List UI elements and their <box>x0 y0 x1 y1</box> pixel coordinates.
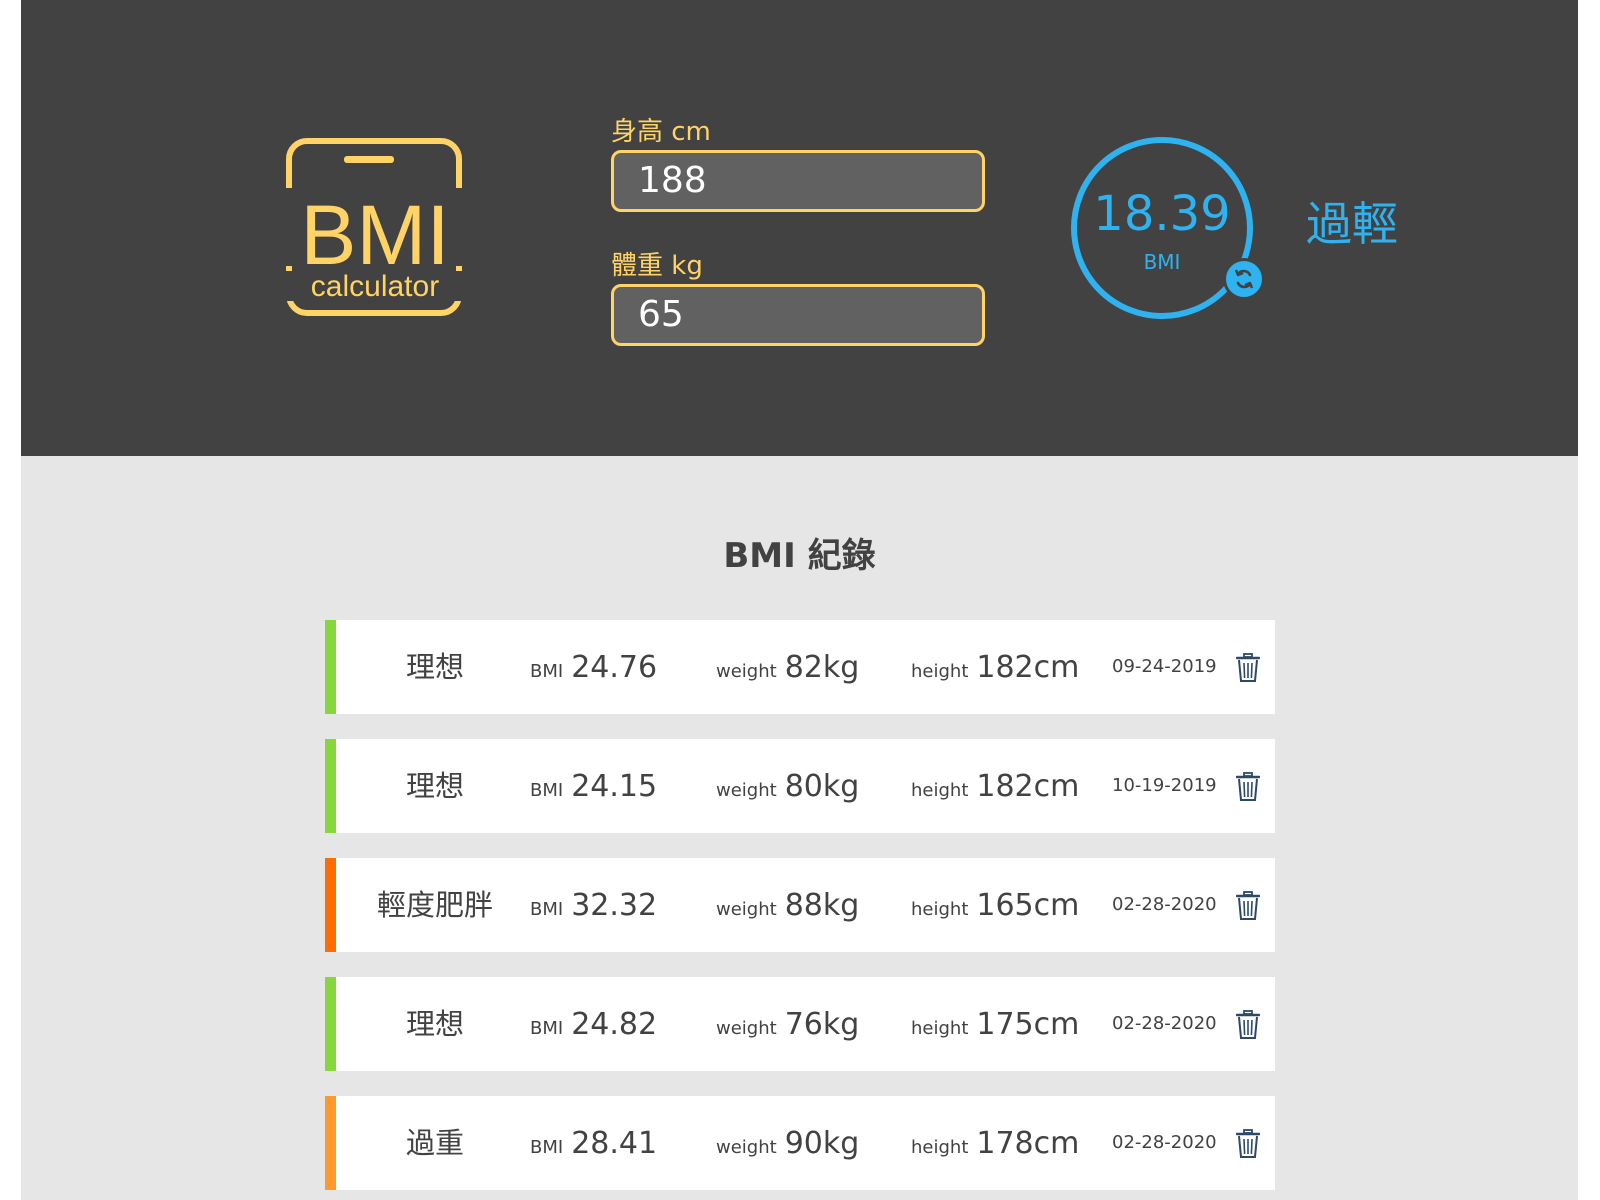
record-weight-key: weight <box>716 779 777 801</box>
record-height-value: 178cm <box>976 1125 1080 1161</box>
record-status: 過重 <box>405 1126 464 1160</box>
record-weight-value: 82kg <box>784 649 860 685</box>
record-bmi-value: 32.32 <box>571 887 658 923</box>
trash-icon <box>1235 772 1261 801</box>
record-height-key: height <box>911 779 969 801</box>
record-height: height 175cm <box>911 977 1079 1071</box>
record-status: 理想 <box>405 650 464 684</box>
record-date: 09-24-2019 <box>1112 656 1217 677</box>
record-weight-value: 88kg <box>784 887 860 923</box>
record-date: 02-28-2020 <box>1112 894 1217 915</box>
record-bmi-key: BMI <box>530 779 564 801</box>
record-date: 10-19-2019 <box>1112 775 1217 796</box>
record-status: 輕度肥胖 <box>376 888 493 922</box>
trash-icon <box>1235 1010 1261 1039</box>
record-height-value: 182cm <box>976 768 1080 804</box>
delete-record-button[interactable] <box>1235 653 1261 683</box>
height-input[interactable]: 188 <box>611 150 985 212</box>
record-row: 理想 BMI 24.76 weight 82kg height 182cm 09-24-201… <box>325 620 1275 714</box>
record-date: 02-28-2020 <box>1112 1013 1217 1034</box>
record-bmi: BMI 24.15 <box>530 739 657 833</box>
record-weight-key: weight <box>716 660 777 682</box>
record-height-value: 175cm <box>976 1006 1080 1042</box>
weight-label: 體重 kg <box>611 251 703 281</box>
record-weight-value: 80kg <box>784 768 860 804</box>
page: BMI calculator 身高 cm 188 體重 kg 65 18.39 … <box>21 0 1578 1200</box>
record-bmi-value: 24.76 <box>571 649 658 685</box>
record-weight-value: 90kg <box>784 1125 860 1161</box>
record-height: height 182cm <box>911 620 1079 714</box>
weight-input[interactable]: 65 <box>611 284 985 346</box>
trash-icon <box>1235 891 1261 920</box>
bmi-status-label: 過輕 <box>1306 197 1398 251</box>
record-weight-key: weight <box>716 898 777 920</box>
record-weight: weight 82kg <box>716 620 859 714</box>
record-row: 輕度肥胖 BMI 32.32 weight 88kg height 165cm 02-28-2… <box>325 858 1275 952</box>
record-bmi-key: BMI <box>530 1017 564 1039</box>
record-height-key: height <box>911 1136 969 1158</box>
record-height-key: height <box>911 660 969 682</box>
record-row: 理想 BMI 24.82 weight 76kg height 175cm 02-28-202… <box>325 977 1275 1071</box>
record-weight: weight 90kg <box>716 1096 859 1190</box>
record-bmi-key: BMI <box>530 660 564 682</box>
record-bmi-value: 28.41 <box>571 1125 658 1161</box>
refresh-icon <box>1234 269 1254 289</box>
record-bmi-key: BMI <box>530 898 564 920</box>
record-weight: weight 88kg <box>716 858 859 952</box>
record-height-value: 182cm <box>976 649 1080 685</box>
bmi-calculator-logo: BMI calculator <box>284 138 466 320</box>
record-row: 過重 BMI 28.41 weight 90kg height 178cm 02-28-202… <box>325 1096 1275 1190</box>
svg-text:BMI: BMI <box>300 188 449 282</box>
record-date: 02-28-2020 <box>1112 1132 1217 1153</box>
record-bmi-value: 24.15 <box>571 768 658 804</box>
record-bmi: BMI 32.32 <box>530 858 657 952</box>
delete-record-button[interactable] <box>1235 772 1261 802</box>
record-bmi: BMI 24.76 <box>530 620 657 714</box>
record-bmi: BMI 24.82 <box>530 977 657 1071</box>
svg-text:calculator: calculator <box>311 270 439 303</box>
record-height: height 182cm <box>911 739 1079 833</box>
record-height-key: height <box>911 1017 969 1039</box>
record-height-value: 165cm <box>976 887 1080 923</box>
delete-record-button[interactable] <box>1235 1010 1261 1040</box>
record-weight-key: weight <box>716 1136 777 1158</box>
record-height: height 178cm <box>911 1096 1079 1190</box>
record-bmi-key: BMI <box>530 1136 564 1158</box>
record-weight: weight 76kg <box>716 977 859 1071</box>
delete-record-button[interactable] <box>1235 891 1261 921</box>
record-status: 理想 <box>405 769 464 803</box>
record-weight: weight 80kg <box>716 739 859 833</box>
header: BMI calculator 身高 cm 188 體重 kg 65 18.39 … <box>21 0 1578 456</box>
record-bmi-value: 24.82 <box>571 1006 658 1042</box>
bmi-result-value: 18.39 <box>1093 186 1231 242</box>
reset-button[interactable] <box>1223 258 1265 300</box>
height-label: 身高 cm <box>611 117 711 147</box>
record-weight-key: weight <box>716 1017 777 1039</box>
delete-record-button[interactable] <box>1235 1129 1261 1159</box>
record-row: 理想 BMI 24.15 weight 80kg height 182cm 10-19-201… <box>325 739 1275 833</box>
record-bmi: BMI 28.41 <box>530 1096 657 1190</box>
record-height: height 165cm <box>911 858 1079 952</box>
record-weight-value: 76kg <box>784 1006 860 1042</box>
record-status: 理想 <box>405 1007 464 1041</box>
trash-icon <box>1235 1129 1261 1158</box>
records-title: BMI 紀錄 <box>723 536 876 576</box>
record-height-key: height <box>911 898 969 920</box>
trash-icon <box>1235 653 1261 682</box>
